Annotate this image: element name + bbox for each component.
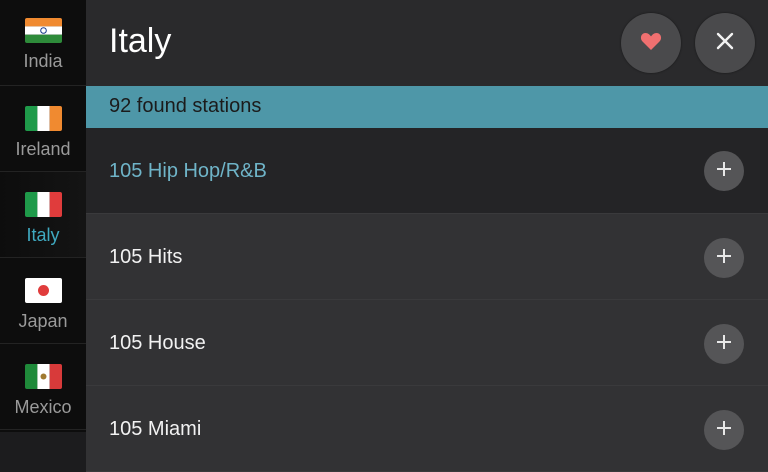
ireland-flag-icon (24, 106, 62, 131)
page-title: Italy (109, 22, 172, 60)
station-row[interactable]: 105 Hip Hop/R&B (86, 128, 768, 214)
station-name: 105 House (109, 332, 206, 354)
country-sidebar: India Ireland Italy Japan Mexico (0, 0, 86, 432)
sidebar-item-label: Mexico (14, 397, 72, 417)
add-station-button[interactable] (704, 410, 744, 450)
plus-icon (716, 161, 732, 182)
sidebar-item-india[interactable]: India (0, 0, 86, 86)
add-station-button[interactable] (704, 151, 744, 191)
station-name: 105 Hip Hop/R&B (109, 160, 267, 182)
add-station-button[interactable] (704, 238, 744, 278)
plus-icon (716, 420, 732, 441)
sidebar-item-japan[interactable]: Japan (0, 258, 86, 344)
sidebar-item-label: India (23, 51, 63, 71)
sidebar-item-italy[interactable]: Italy (0, 172, 86, 258)
station-name: 105 Miami (109, 418, 202, 440)
sidebar-item-label: Italy (26, 225, 60, 245)
plus-icon (716, 248, 732, 269)
station-name: 105 Hits (109, 246, 183, 268)
sidebar-item-label: Japan (18, 311, 68, 331)
header: Italy (86, 0, 768, 86)
station-row[interactable]: 105 Miami (86, 386, 768, 472)
sidebar-item-ireland[interactable]: Ireland (0, 86, 86, 172)
close-button[interactable] (695, 13, 755, 73)
plus-icon (716, 334, 732, 355)
sidebar-item-mexico[interactable]: Mexico (0, 344, 86, 430)
heart-icon (640, 31, 662, 56)
add-station-button[interactable] (704, 324, 744, 364)
sidebar-item-label: Ireland (15, 139, 71, 159)
japan-flag-icon (24, 278, 62, 303)
found-stations-count: 92 found stations (109, 95, 262, 117)
station-row[interactable]: 105 House (86, 300, 768, 386)
favorite-button[interactable] (621, 13, 681, 73)
italy-flag-icon (24, 192, 62, 217)
mexico-flag-icon (24, 364, 62, 389)
stations-panel: Italy 92 found stations 105 Hip Hop/R&B (86, 0, 768, 472)
india-flag-icon (24, 18, 62, 43)
close-icon (716, 32, 734, 55)
station-row[interactable]: 105 Hits (86, 214, 768, 300)
found-stations-bar: 92 found stations (86, 86, 768, 128)
